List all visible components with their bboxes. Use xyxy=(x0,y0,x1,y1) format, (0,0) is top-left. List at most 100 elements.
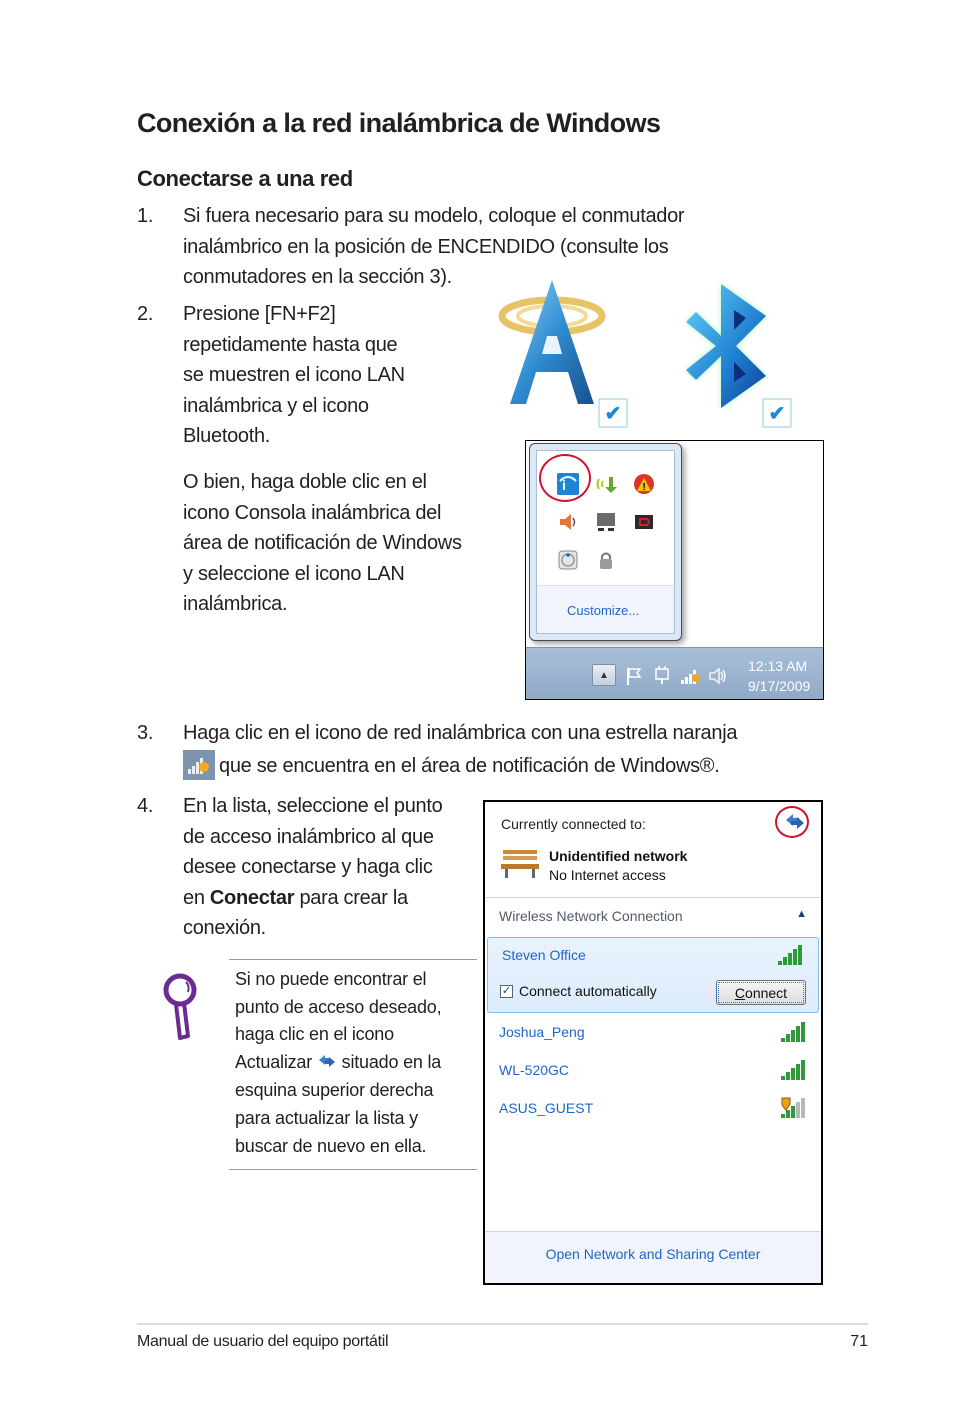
signal-bar xyxy=(791,1106,795,1118)
step-2-alt-line: inalámbrica. xyxy=(183,593,288,615)
connect-keyword: Conectar xyxy=(209,886,295,909)
step-3-line-2: que se encuentra en el área de notificac… xyxy=(219,755,720,777)
power-plug-icon[interactable] xyxy=(652,665,672,690)
checkbox[interactable]: ✓ xyxy=(500,984,513,998)
step-2-line: se muestren el icono LAN xyxy=(183,364,405,386)
wireless-lan-tower-icon xyxy=(492,276,612,431)
notification-area-screenshot: i ! Customize... ▲ 12:13 AM 9/17/2009 xyxy=(525,440,824,700)
section-subtitle: Conectarse a una red xyxy=(137,166,353,191)
connect-button-mnemonic: C xyxy=(734,984,746,1001)
signal-bar xyxy=(796,1026,800,1042)
connect-automatically-label: Connect automatically xyxy=(519,983,657,999)
flyout-footer: Open Network and Sharing Center xyxy=(485,1231,821,1283)
collapse-chevron-icon[interactable]: ▲ xyxy=(796,908,807,920)
step-4-text-part: en xyxy=(183,886,210,909)
highlight-circle xyxy=(539,454,591,502)
show-hidden-icons-button[interactable]: ▲ xyxy=(592,664,616,686)
signal-bar xyxy=(793,949,797,965)
signal-bar xyxy=(786,1034,790,1042)
note-text-part: Actualizar xyxy=(235,1052,317,1073)
step-2-line: Presione [FN+F2] xyxy=(183,303,336,325)
bluetooth-enabled-checkbox: ✔ xyxy=(762,398,792,428)
highlight-circle xyxy=(775,806,809,838)
signal-bar xyxy=(788,953,792,965)
note-bottom-rule xyxy=(229,1169,477,1170)
signal-bar xyxy=(786,1110,790,1118)
note-line: Actualizar situado en la xyxy=(235,1049,480,1077)
step-4-number: 4. xyxy=(137,795,154,817)
customize-link[interactable]: Customize... xyxy=(567,603,639,618)
step-4-text: En la lista, seleccione el punto de acce… xyxy=(183,791,483,944)
network-name: Steven Office xyxy=(502,947,586,963)
warning-alert-icon[interactable]: ! xyxy=(633,473,655,495)
clock-date[interactable]: 9/17/2009 xyxy=(748,678,810,694)
signal-bar xyxy=(796,1064,800,1080)
step-1-line: inalámbrico en la posición de ENCENDIDO … xyxy=(183,235,669,258)
page-number: 71 xyxy=(850,1333,868,1350)
network-item-wl-520gc[interactable]: WL-520GC xyxy=(485,1058,821,1088)
connect-automatically-checkbox[interactable]: ✓ Connect automatically xyxy=(500,983,657,999)
page-title: Conexión a la red inalámbrica de Windows xyxy=(137,108,661,138)
signal-bar xyxy=(801,1060,805,1080)
signal-bar xyxy=(791,1030,795,1042)
lock-icon[interactable] xyxy=(595,549,617,571)
step-3-number: 3. xyxy=(137,722,154,744)
wifi-signal-star-icon[interactable] xyxy=(680,666,702,691)
step-2-number: 2. xyxy=(137,303,154,325)
signal-bar xyxy=(781,1038,785,1042)
network-name: ASUS_GUEST xyxy=(499,1100,594,1116)
network-name: WL-520GC xyxy=(499,1062,570,1078)
display-icon[interactable] xyxy=(595,511,617,533)
volume-icon[interactable] xyxy=(708,666,728,691)
park-bench-icon xyxy=(499,846,541,885)
step-2-line: repetidamente hasta que xyxy=(183,333,398,356)
wifi-signal-star-icon xyxy=(183,749,215,780)
signal-strength-icon xyxy=(779,1059,807,1081)
step-3-line-1: Haga clic en el icono de red inalámbrica… xyxy=(183,722,738,744)
step-1-number: 1. xyxy=(137,205,154,227)
current-network-name: Unidentified network xyxy=(549,848,688,864)
divider xyxy=(537,585,674,586)
refresh-icon xyxy=(317,1050,337,1078)
current-network-status: No Internet access xyxy=(549,867,666,883)
flag-icon[interactable] xyxy=(624,666,644,691)
step-2-alt-line: O bien, haga doble clic en el xyxy=(183,471,427,493)
step-4-line: desee conectarse y haga clic xyxy=(183,856,433,878)
signal-bar xyxy=(783,957,787,965)
svg-text:!: ! xyxy=(643,482,646,493)
secured-signal-strength-icon xyxy=(779,1097,807,1119)
signal-strength-icon xyxy=(776,944,804,966)
step-1-line: Si fuera necesario para su modelo, coloq… xyxy=(183,205,685,227)
speaker-icon[interactable] xyxy=(557,511,579,533)
note-line: Si no puede encontrar el xyxy=(235,969,427,989)
signal-bar xyxy=(786,1072,790,1080)
note-top-rule xyxy=(229,959,477,960)
network-item-asus-guest[interactable]: ASUS_GUEST xyxy=(485,1096,821,1126)
step-2-alt-line: icono Consola inalámbrica del xyxy=(183,501,442,524)
step-4-line: conexión. xyxy=(183,917,266,939)
media-icon[interactable] xyxy=(633,511,655,533)
network-flyout-screenshot: Currently connected to: Unidentified net… xyxy=(483,800,823,1285)
step-2-alt-line: área de notificación de Windows xyxy=(183,532,462,554)
step-2-line: Bluetooth. xyxy=(183,425,271,447)
step-4-line: En la lista, seleccione el punto xyxy=(183,795,443,817)
open-network-sharing-center-link[interactable]: Open Network and Sharing Center xyxy=(485,1246,821,1262)
signal-bar xyxy=(801,1098,805,1118)
manual-title: Manual de usuario del equipo portátil xyxy=(137,1333,389,1350)
step-2-line: inalámbrica y el icono xyxy=(183,394,369,417)
divider xyxy=(485,897,821,898)
note-text-part: situado en la xyxy=(336,1052,442,1073)
signal-strength-icon xyxy=(779,1021,807,1043)
step-2-text: Presione [FN+F2] repetidamente hasta que… xyxy=(183,299,503,452)
network-item-joshua-peng[interactable]: Joshua_Peng xyxy=(485,1020,821,1050)
note-text: Si no puede encontrar el punto de acceso… xyxy=(235,966,480,1160)
network-item-steven-office[interactable]: Steven Office ✓ Connect automatically Co… xyxy=(487,937,819,1013)
clock-time[interactable]: 12:13 AM xyxy=(748,658,807,674)
step-4-line: de acceso inalámbrico al que xyxy=(183,825,434,848)
network-download-icon[interactable] xyxy=(595,473,617,495)
chevron-up-icon: ▲ xyxy=(599,669,609,681)
taskbar: ▲ 12:13 AM 9/17/2009 xyxy=(526,647,823,699)
disk-icon[interactable] xyxy=(557,549,579,571)
wireless-section-label: Wireless Network Connection xyxy=(499,908,683,924)
connect-button[interactable]: Connect xyxy=(716,980,806,1005)
